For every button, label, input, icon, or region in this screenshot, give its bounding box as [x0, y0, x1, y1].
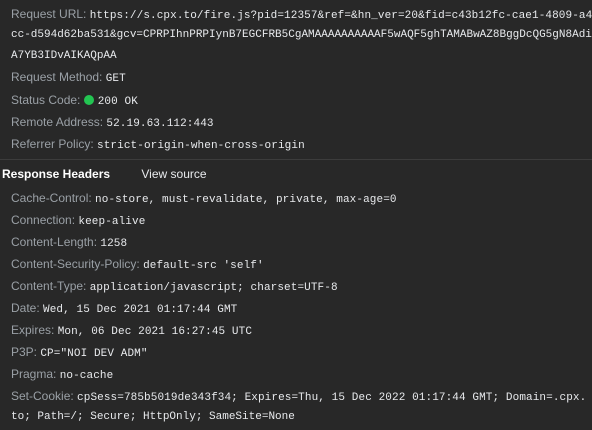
header-value[interactable]: Wed, 15 Dec 2021 01:17:44 GMT	[43, 304, 237, 316]
header-name: Content-Length:	[11, 235, 98, 249]
header-name: Pragma:	[11, 367, 57, 381]
header-row-p3p: P3P: CP="NOI DEV ADM"	[11, 344, 592, 362]
remote-address-value[interactable]: 52.19.63.112:443	[106, 118, 213, 130]
request-url-continuation-1[interactable]: cc-d594d62ba531&gcv=CPRPIhnPRPIynB7EGCFR…	[11, 27, 592, 43]
status-code-label: Status Code:	[11, 93, 81, 107]
header-row-expires: Expires: Mon, 06 Dec 2021 16:27:45 UTC	[11, 322, 592, 340]
section-divider	[0, 159, 592, 160]
referrer-policy-value[interactable]: strict-origin-when-cross-origin	[97, 140, 305, 152]
header-value[interactable]: CP="NOI DEV ADM"	[40, 348, 147, 360]
header-name: Connection:	[11, 213, 76, 227]
referrer-policy-row: Referrer Policy: strict-origin-when-cros…	[11, 136, 592, 154]
header-name: Expires:	[11, 323, 55, 337]
status-code-value[interactable]: 200 OK	[98, 96, 138, 108]
response-headers-title[interactable]: Response Headers	[2, 165, 110, 183]
header-value[interactable]: keep-alive	[78, 216, 145, 228]
header-value[interactable]: cpSess=785b5019de343f34; Expires=Thu, 15…	[77, 392, 586, 404]
request-url-value[interactable]: https://s.cpx.to/fire.js?pid=12357&ref=&…	[90, 10, 592, 22]
header-name: Set-Cookie:	[11, 389, 74, 403]
header-row-cache-control: Cache-Control: no-store, must-revalidate…	[11, 190, 592, 208]
status-code-row: Status Code: 200 OK	[11, 92, 592, 110]
header-row-connection: Connection: keep-alive	[11, 212, 592, 230]
request-url-label: Request URL:	[11, 7, 87, 21]
header-value[interactable]: application/javascript; charset=UTF-8	[90, 282, 338, 294]
request-method-row: Request Method: GET	[11, 69, 592, 87]
header-row-set-cookie: Set-Cookie: cpSess=785b5019de343f34; Exp…	[11, 388, 592, 406]
header-name: Date:	[11, 301, 40, 315]
header-name: Cache-Control:	[11, 191, 92, 205]
view-source-link[interactable]: View source	[141, 165, 206, 183]
header-row-content-security-policy: Content-Security-Policy: default-src 'se…	[11, 256, 592, 274]
header-row-date: Date: Wed, 15 Dec 2021 01:17:44 GMT	[11, 300, 592, 318]
header-value[interactable]: Mon, 06 Dec 2021 16:27:45 UTC	[58, 326, 252, 338]
remote-address-label: Remote Address:	[11, 115, 104, 129]
set-cookie-continuation[interactable]: to; Path=/; Secure; HttpOnly; SameSite=N…	[11, 409, 592, 425]
request-method-value[interactable]: GET	[106, 73, 126, 85]
request-url-row: Request URL: https://s.cpx.to/fire.js?pi…	[11, 6, 592, 24]
header-name: Content-Type:	[11, 279, 87, 293]
header-value[interactable]: no-store, must-revalidate, private, max-…	[95, 194, 397, 206]
header-value[interactable]: 1258	[100, 238, 127, 250]
header-value[interactable]: default-src 'self'	[143, 260, 264, 272]
request-url-continuation-2[interactable]: A7YB3IDvAIKAQpAA	[11, 48, 592, 64]
response-headers-header[interactable]: Response Headers View source	[2, 165, 207, 183]
request-method-label: Request Method:	[11, 70, 103, 84]
remote-address-row: Remote Address: 52.19.63.112:443	[11, 114, 592, 132]
header-row-pragma: Pragma: no-cache	[11, 366, 592, 384]
header-row-content-length: Content-Length: 1258	[11, 234, 592, 252]
referrer-policy-label: Referrer Policy:	[11, 137, 94, 151]
header-name: P3P:	[11, 345, 38, 359]
status-ok-icon	[83, 95, 94, 105]
header-row-content-type: Content-Type: application/javascript; ch…	[11, 278, 592, 296]
header-name: Content-Security-Policy:	[11, 257, 140, 271]
header-value[interactable]: no-cache	[60, 370, 114, 382]
